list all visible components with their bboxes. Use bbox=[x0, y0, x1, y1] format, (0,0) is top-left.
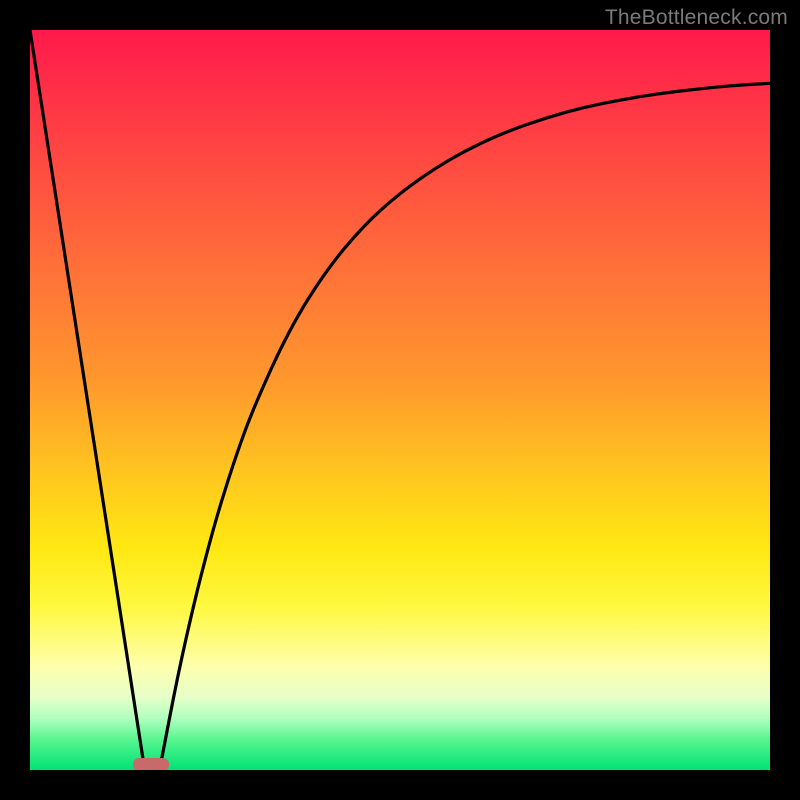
bottleneck-curve bbox=[30, 30, 770, 770]
watermark-text: TheBottleneck.com bbox=[605, 6, 788, 30]
plot-area bbox=[30, 30, 770, 770]
chart-frame: TheBottleneck.com bbox=[0, 0, 800, 800]
optimum-marker bbox=[133, 758, 169, 770]
